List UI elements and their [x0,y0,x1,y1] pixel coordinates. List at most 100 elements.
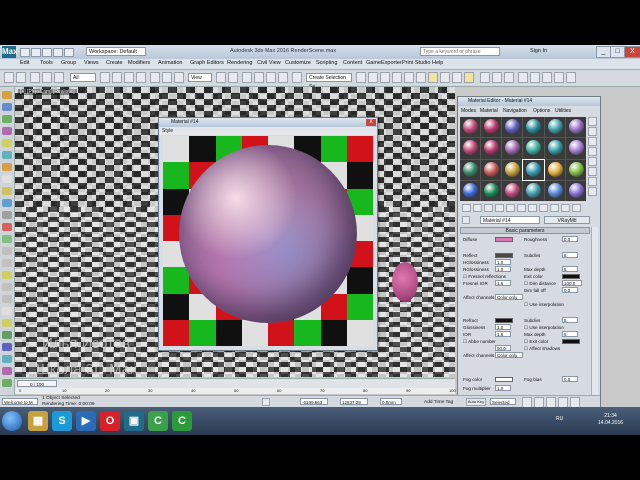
sign-in-link[interactable]: Sign In [530,48,547,54]
trackbar[interactable]: 0 10 20 30 40 50 60 70 80 90 100 [15,388,456,394]
hglossiness-spinner[interactable]: 1.0 [495,259,511,265]
graphite-ribbon-icon[interactable] [392,72,402,83]
material-preview-window[interactable]: Material #14 X Style [158,117,378,351]
layer-manager-icon[interactable] [380,72,390,83]
display-icon[interactable] [2,139,12,147]
material-sample-slot[interactable] [502,117,523,138]
material-sample-slot[interactable] [502,180,523,201]
material-editor-window[interactable]: Material Editor - Material #14 Modes Mat… [457,96,601,408]
maximize-button[interactable]: □ [610,46,625,58]
material-sample-slot[interactable] [481,138,502,159]
diffuse-color-swatch[interactable] [495,237,513,242]
window-crossing-icon[interactable] [136,72,146,83]
command-icon-12[interactable] [2,379,12,387]
command-icon-11[interactable] [2,367,12,375]
affect-shadows-checkbox[interactable]: ☐ Affect shadows [524,346,560,352]
x-coordinate-field[interactable]: -6199.663 [300,398,328,405]
camtasia-icon[interactable]: C [148,411,168,431]
put-to-scene-icon[interactable] [473,204,482,212]
open-file-icon[interactable] [31,48,41,57]
vray-toolbar-icon-3[interactable] [554,72,564,83]
workspace-dropdown[interactable]: Workspace: Default [86,47,146,56]
subdivs-spinner[interactable]: 8 [562,252,578,258]
assign-to-selection-icon[interactable] [484,204,493,212]
y-coordinate-field[interactable]: 12837.29 [340,398,368,405]
shapes-icon[interactable] [2,175,12,183]
system-clock[interactable]: 21:34 14.04.2016 [598,413,623,427]
backlight-icon[interactable] [588,127,597,136]
app-logo-icon[interactable]: Max [2,46,18,58]
abbe-number-spinner[interactable]: 50.0 [495,345,511,351]
menu-tools[interactable]: Tools [40,60,53,66]
material-sample-slot[interactable] [522,158,545,181]
material-sample-slot[interactable] [565,138,586,159]
menu-scripting[interactable]: Scripting [316,60,337,66]
media-icon[interactable]: ▶ [76,411,96,431]
menu-views[interactable]: Views [84,60,99,66]
percent-snap-icon[interactable] [266,72,276,83]
material-sample-slot[interactable] [523,180,544,201]
command-icon-6[interactable] [2,307,12,315]
affect-channels-dropdown[interactable]: Color only [495,294,523,300]
move-icon[interactable] [150,72,160,83]
unlink-icon[interactable] [42,72,52,83]
close-button[interactable]: X [624,46,640,58]
preview-style-label[interactable]: Style [162,128,173,134]
material-sample-slot[interactable] [502,159,523,180]
material-sample-slot[interactable] [460,180,481,201]
me-menu-navigation[interactable]: Navigation [503,108,527,114]
link-icon[interactable] [30,72,40,83]
material-sample-slot[interactable] [523,138,544,159]
refract-exit-color-checkbox[interactable]: ☐ Exit color [524,339,548,345]
vray-toolbar-icon-4[interactable] [566,72,576,83]
exit-color-swatch[interactable] [562,274,580,279]
show-map-in-viewport-icon[interactable] [550,204,559,212]
minimize-button[interactable]: _ [596,46,611,58]
time-slider[interactable]: 0 / 100 [17,380,57,387]
select-manipulate-icon[interactable] [228,72,238,83]
background-icon[interactable] [588,137,597,146]
dim-fall-off-spinner[interactable]: 0.0 [562,287,578,293]
select-by-material-icon[interactable] [588,187,597,196]
command-icon-5[interactable] [2,295,12,303]
use-interpolation-checkbox[interactable]: ☐ Use interpolation [524,302,564,308]
command-icon-4[interactable] [2,283,12,291]
vray-frame-buffer-icon[interactable] [518,72,528,83]
menu-help[interactable]: Help [432,60,443,66]
refract-glossiness-spinner[interactable]: 1.0 [495,324,511,330]
command-icon-10[interactable] [2,355,12,363]
menu-civil-view[interactable]: Civil View [257,60,281,66]
spinner-snap-icon[interactable] [278,72,288,83]
max-depth-spinner[interactable]: 5 [562,266,578,272]
put-to-library-icon[interactable] [528,204,537,212]
undo-toolbar-icon[interactable] [4,72,14,83]
command-icon-8[interactable] [2,331,12,339]
rendered-frame-window-icon[interactable] [452,72,462,83]
sample-type-icon[interactable] [588,117,597,126]
menu-group[interactable]: Group [61,60,76,66]
material-sample-slot[interactable] [481,159,502,180]
lights-icon[interactable] [2,187,12,195]
menu-gameexporter[interactable]: GameExporter [366,60,402,66]
fog-bias-spinner[interactable]: 0.0 [562,376,578,382]
dim-distance-checkbox[interactable]: ☐ Dim distance [524,281,556,287]
menu-rendering[interactable]: Rendering [227,60,252,66]
material-sample-slot[interactable] [481,117,502,138]
material-editor-icon[interactable] [428,72,438,83]
bind-space-warp-icon[interactable] [54,72,64,83]
3dsmax-icon[interactable]: ▣ [124,411,144,431]
modify-icon[interactable] [2,103,12,111]
material-sample-slot[interactable] [523,117,544,138]
material-id-channel-icon[interactable] [539,204,548,212]
auto-key-button[interactable]: Auto Key [466,398,486,406]
fog-color-swatch[interactable] [495,377,513,382]
reset-map-icon[interactable] [495,204,504,212]
key-filter-dropdown[interactable]: Selected [490,398,516,405]
material-sample-slot[interactable] [544,180,565,201]
vray-toolbar-icon-2[interactable] [542,72,552,83]
material-sample-slot[interactable] [460,138,481,159]
command-icon-1[interactable] [2,247,12,255]
skype-icon[interactable]: S [52,411,72,431]
menu-customize[interactable]: Customize [285,60,311,66]
material-sample-slot[interactable] [544,159,565,180]
